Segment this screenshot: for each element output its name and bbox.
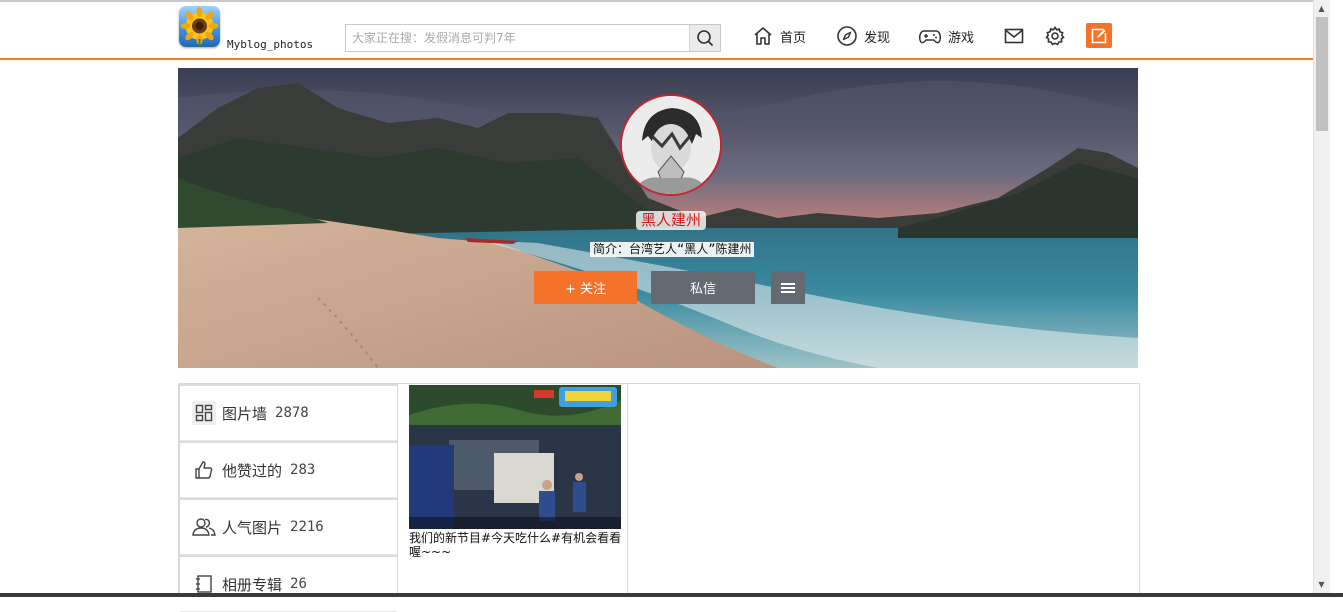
menu-icon bbox=[781, 282, 795, 293]
gear-icon bbox=[1045, 26, 1065, 46]
scroll-down-arrow-icon[interactable]: ▼ bbox=[1313, 576, 1330, 593]
search-button[interactable] bbox=[689, 25, 720, 51]
site-logo[interactable] bbox=[179, 6, 220, 47]
sidebar-item-label: 相册专辑 bbox=[222, 575, 283, 594]
sidebar-item-popular[interactable]: 人气图片 2216 bbox=[180, 498, 397, 555]
site-name[interactable]: Myblog_photos bbox=[227, 38, 313, 51]
users-icon bbox=[192, 515, 216, 539]
avatar-sketch-image bbox=[622, 96, 720, 194]
header-divider bbox=[0, 58, 1313, 60]
post-photo[interactable] bbox=[409, 385, 621, 529]
post-photo-image bbox=[409, 385, 621, 529]
sidebar-item-label: 人气图片 bbox=[222, 518, 283, 537]
search-box bbox=[345, 24, 721, 52]
compose-button[interactable] bbox=[1086, 23, 1112, 48]
mail-icon bbox=[1004, 28, 1024, 44]
profile-username[interactable]: 黑人建州 bbox=[636, 211, 707, 230]
profile-avatar[interactable] bbox=[620, 94, 722, 196]
gamepad-icon bbox=[919, 30, 941, 44]
sidebar-item-label: 图片墙 bbox=[222, 404, 268, 423]
post-caption[interactable]: 我们的新节目#今天吃什么#有机会看看喔~~~ bbox=[409, 531, 623, 559]
sidebar-item-liked[interactable]: 他赞过的 283 bbox=[180, 441, 397, 498]
profile-sidebar: 图片墙 2878 他赞过的 283 人气图片 2216 相册专辑 26 bbox=[179, 384, 398, 612]
home-icon bbox=[754, 27, 772, 45]
scrollbar-thumb[interactable] bbox=[1316, 17, 1328, 131]
scroll-up-arrow-icon[interactable]: ▲ bbox=[1313, 0, 1330, 17]
sidebar-item-count: 2216 bbox=[290, 519, 324, 535]
sidebar-item-photo-wall[interactable]: 图片墙 2878 bbox=[180, 384, 397, 441]
nav-discover-label: 发现 bbox=[864, 30, 891, 46]
search-icon bbox=[697, 30, 713, 46]
message-button[interactable]: 私信 bbox=[651, 271, 755, 304]
compass-icon bbox=[837, 26, 857, 46]
sidebar-item-label: 他赞过的 bbox=[222, 461, 283, 480]
compose-icon bbox=[1091, 28, 1107, 43]
grid-icon bbox=[192, 401, 216, 425]
window-bottom-border bbox=[0, 593, 1343, 597]
follow-button[interactable]: + 关注 bbox=[534, 271, 637, 304]
mail-button[interactable] bbox=[1002, 24, 1026, 48]
more-menu-button[interactable] bbox=[771, 271, 805, 304]
sidebar-item-count: 283 bbox=[290, 462, 316, 478]
nav-discover[interactable]: 发现 bbox=[836, 22, 890, 50]
search-input[interactable] bbox=[346, 25, 690, 51]
thumbs-up-icon bbox=[192, 458, 216, 482]
nav-home-label: 首页 bbox=[780, 30, 807, 46]
window-edge bbox=[1330, 0, 1343, 597]
nav-home[interactable]: 首页 bbox=[752, 22, 806, 50]
sidebar-item-count: 26 bbox=[290, 576, 307, 592]
nav-games[interactable]: 游戏 bbox=[918, 22, 974, 50]
sidebar-item-count: 2878 bbox=[275, 405, 309, 421]
nav-games-label: 游戏 bbox=[948, 30, 975, 46]
settings-button[interactable] bbox=[1043, 24, 1067, 48]
sidebar-item-albums[interactable]: 相册专辑 26 bbox=[180, 555, 397, 612]
profile-intro: 简介：台湾艺人“黑人”陈建州 bbox=[590, 242, 755, 257]
sunflower-logo-icon bbox=[180, 7, 219, 47]
